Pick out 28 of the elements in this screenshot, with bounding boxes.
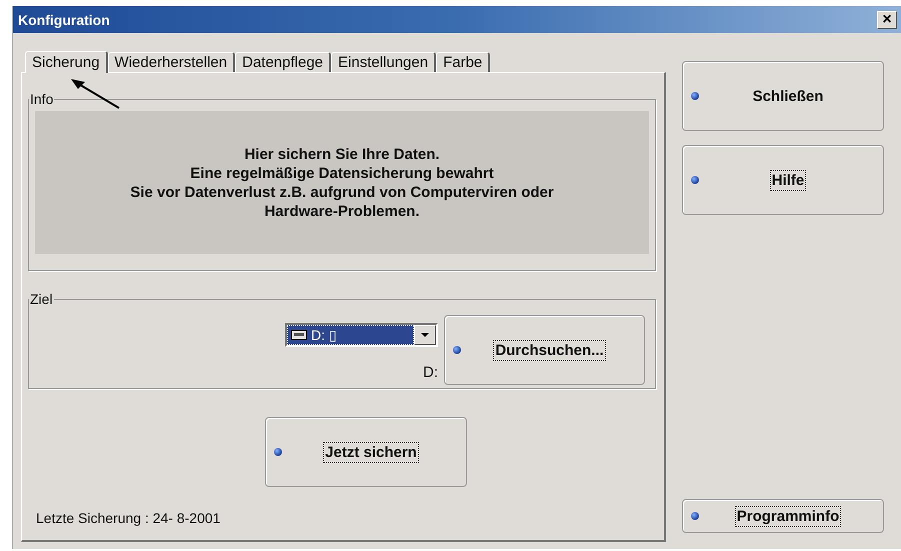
last-backup-text: Letzte Sicherung : 24- 8-2001 [36, 510, 222, 526]
info-text: Hier sichern Sie Ihre Daten. Eine regelmäßige Datensicherung bewahrt Sie vor Datenverlust z.B. aufgrund von Computerviren oder Hardware-Problemen. [130, 144, 554, 220]
tab[interactable]: Einstellungen [331, 52, 436, 72]
close-button[interactable]: × [877, 10, 897, 28]
caret-icon [421, 333, 429, 337]
dot-icon [691, 92, 699, 100]
tab[interactable]: Wiederherstellen [108, 52, 236, 72]
path-text: D: [423, 364, 438, 381]
dot-icon [691, 512, 699, 520]
drive-icon [291, 330, 307, 340]
dot-icon [453, 346, 461, 354]
push-button[interactable]: Programminfo [682, 499, 884, 533]
dropdown-button[interactable] [414, 325, 436, 345]
dot-icon [274, 448, 282, 456]
dot-icon [691, 176, 699, 184]
push-button[interactable]: Durchsuchen... [444, 315, 645, 385]
drive-dropdown[interactable]: D: ▯ [285, 323, 438, 347]
tab[interactable]: Sicherung [25, 51, 108, 73]
group-label: Ziel [29, 291, 54, 307]
tab[interactable]: Datenpflege [235, 52, 332, 72]
group-label: Info [29, 91, 54, 107]
tab[interactable]: Farbe [436, 52, 490, 72]
push-button[interactable]: Jetzt sichern [265, 417, 467, 487]
arrow-icon [71, 79, 121, 109]
window-title: Konfiguration [18, 12, 110, 28]
drive-label: D: ▯ [311, 327, 337, 343]
push-button[interactable]: Schließen [682, 61, 884, 131]
push-button[interactable]: Hilfe [682, 145, 884, 215]
